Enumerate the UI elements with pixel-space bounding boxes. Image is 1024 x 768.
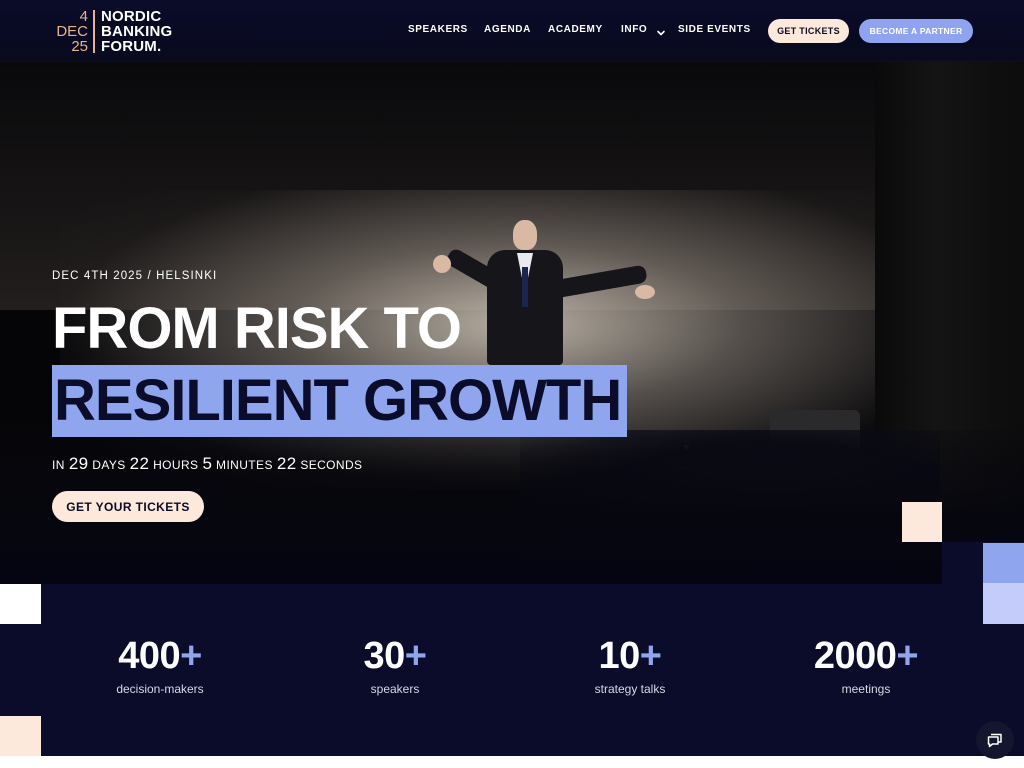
- stat-plus: +: [896, 635, 919, 677]
- stat-value: 30+: [295, 634, 495, 678]
- page: 4 DEC 25 NORDIC BANKING FORUM. SPEAKERS …: [0, 0, 1024, 768]
- stat-number: 2000: [813, 635, 897, 677]
- logo-name: NORDIC BANKING FORUM.: [101, 9, 172, 54]
- chat-icon: [987, 733, 1002, 748]
- stat-number: 30: [363, 635, 406, 677]
- stat-plus: +: [180, 635, 202, 677]
- get-tickets-button[interactable]: GET TICKETS: [768, 19, 849, 43]
- countdown-prefix: IN: [52, 458, 65, 472]
- stat-plus: +: [639, 635, 662, 677]
- decor-square: [983, 543, 1024, 583]
- decor-square: [902, 502, 942, 542]
- stat-meetings: 2000+ meetings: [766, 634, 966, 696]
- nav-academy[interactable]: ACADEMY: [548, 24, 603, 35]
- logo-date-year: 25: [71, 38, 88, 55]
- speaker-hand: [433, 255, 451, 273]
- logo-name-line: BANKING: [101, 23, 173, 40]
- decor-square: [983, 583, 1024, 624]
- nav-info[interactable]: INFO: [621, 24, 647, 35]
- logo-divider: [93, 10, 95, 53]
- logo-date: 4 DEC 25: [52, 9, 88, 54]
- hero-headline-line1: FROM RISK TO: [52, 296, 462, 361]
- logo-date-month: DEC: [56, 23, 88, 40]
- chat-button[interactable]: [976, 721, 1014, 759]
- countdown-seconds: 22: [276, 454, 297, 473]
- hero-speaker-figure: [433, 215, 665, 375]
- countdown: IN 29 DAYS 22 HOURS 5 MINUTES 22 SECONDS: [52, 454, 366, 474]
- chevron-down-icon[interactable]: [656, 25, 666, 36]
- stat-decision-makers: 400+ decision-makers: [60, 634, 260, 696]
- become-partner-button[interactable]: BECOME A PARTNER: [859, 19, 973, 43]
- get-your-tickets-button[interactable]: GET YOUR TICKETS: [52, 491, 204, 522]
- nav-agenda[interactable]: AGENDA: [484, 24, 531, 35]
- hero-headline-highlight: RESILIENT GROWTH: [52, 365, 628, 437]
- speaker-head: [513, 220, 537, 250]
- countdown-days: 29: [68, 454, 89, 473]
- stat-number: 400: [118, 635, 181, 677]
- speaker-hand: [635, 285, 655, 299]
- stat-value: 2000+: [766, 634, 966, 678]
- speaker-tie: [522, 267, 528, 307]
- hero-headline-line2: RESILIENT GROWTH: [54, 368, 622, 433]
- stat-label: meetings: [841, 682, 891, 696]
- stat-label: speakers: [370, 682, 420, 696]
- stat-speakers: 30+ speakers: [295, 634, 495, 696]
- stats-band: 400+ decision-makers 30+ speakers 10+ st…: [0, 584, 1024, 756]
- stat-value: 10+: [530, 634, 730, 678]
- stat-label: decision-makers: [116, 682, 204, 696]
- logo-date-day: 4: [79, 8, 88, 25]
- countdown-seconds-label: SECONDS: [300, 458, 363, 472]
- countdown-minutes: 5: [202, 454, 213, 473]
- stat-label: strategy talks: [594, 682, 666, 696]
- site-logo[interactable]: 4 DEC 25 NORDIC BANKING FORUM.: [52, 9, 192, 55]
- stat-strategy-talks: 10+ strategy talks: [530, 634, 730, 696]
- hero-eyebrow: DEC 4TH 2025 / HELSINKI: [52, 270, 218, 282]
- logo-name-line: NORDIC: [101, 8, 162, 25]
- next-section-edge: [0, 756, 1024, 768]
- stat-plus: +: [404, 635, 427, 677]
- countdown-hours-label: HOURS: [153, 458, 199, 472]
- logo-name-line: FORUM.: [101, 38, 162, 55]
- countdown-hours: 22: [129, 454, 150, 473]
- nav-side-events[interactable]: SIDE EVENTS: [678, 24, 751, 35]
- stat-number: 10: [598, 635, 641, 677]
- stat-value: 400+: [60, 634, 260, 678]
- countdown-minutes-label: MINUTES: [216, 458, 273, 472]
- decor-square: [0, 716, 41, 756]
- decor-square: [0, 584, 41, 624]
- nav-speakers[interactable]: SPEAKERS: [408, 24, 468, 35]
- countdown-days-label: DAYS: [92, 458, 126, 472]
- site-header: 4 DEC 25 NORDIC BANKING FORUM. SPEAKERS …: [0, 0, 1024, 62]
